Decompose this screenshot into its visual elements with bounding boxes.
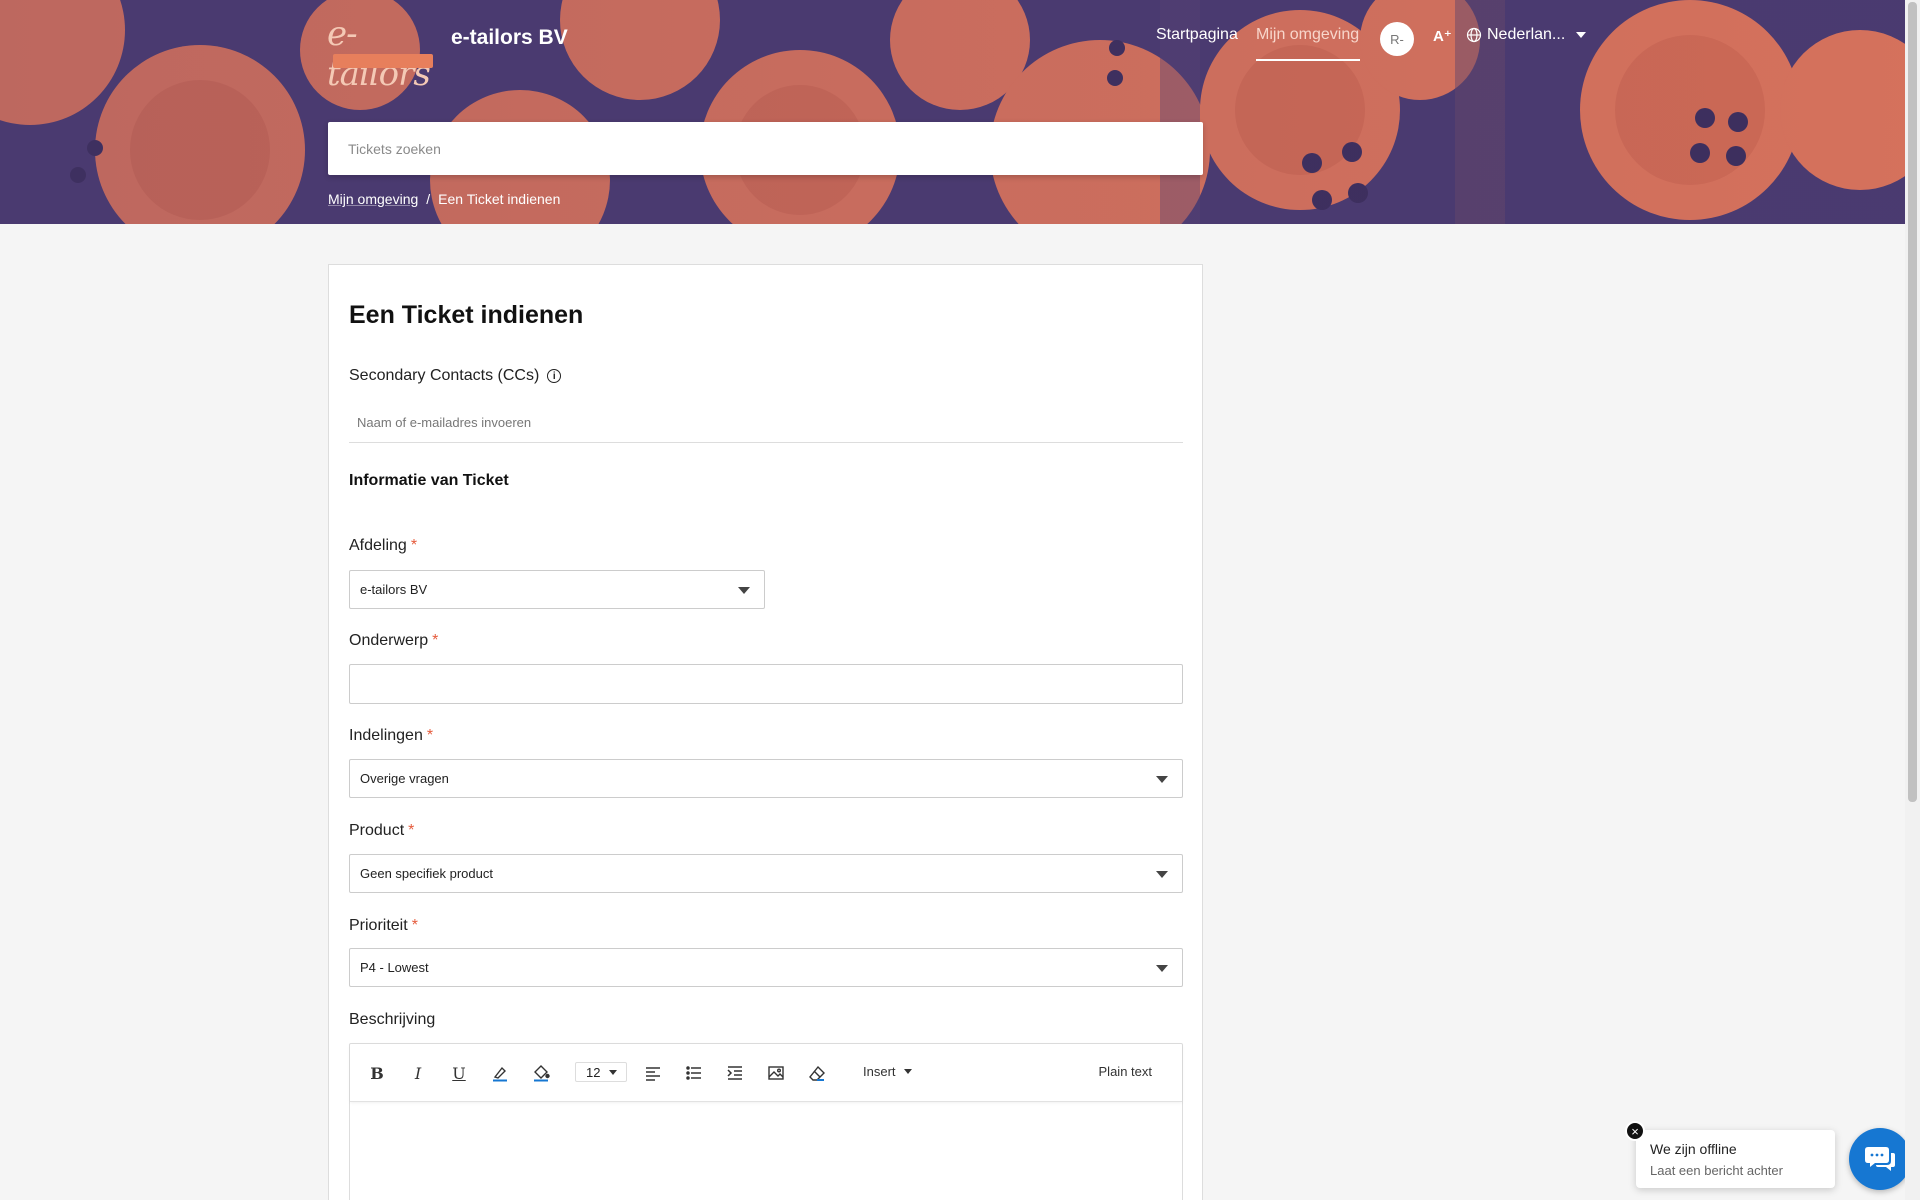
breadcrumb-my-environment[interactable]: Mijn omgeving [328,191,418,207]
subject-label: Onderwerp * [349,632,439,649]
priority-select[interactable]: P4 - Lowest [349,948,1183,987]
image-icon[interactable] [765,1062,787,1084]
dropdown-arrow-icon [1156,871,1168,878]
breadcrumb-current: Een Ticket indienen [438,191,561,207]
language-selector[interactable]: Nederlan... [1466,26,1587,44]
eraser-icon[interactable] [806,1062,828,1084]
product-label: Product * [349,822,415,839]
chat-offline-bubble[interactable]: We zijn offline Laat een bericht achter [1636,1130,1835,1188]
cc-input[interactable] [349,403,1183,443]
chat-icon [1865,1147,1895,1171]
breadcrumb: Mijn omgeving / Een Ticket indienen [328,191,560,207]
italic-icon[interactable]: I [407,1062,429,1084]
plain-text-toggle[interactable]: Plain text [1099,1064,1152,1079]
chat-title: We zijn offline [1650,1141,1737,1157]
logo-ribbon [333,54,433,68]
page-scrollbar[interactable] [1905,0,1920,1200]
description-label: Beschrijving [349,1011,436,1028]
dropdown-arrow-icon [1156,965,1168,972]
user-avatar[interactable]: R- [1380,22,1414,56]
classification-label: Indelingen * [349,727,434,744]
chat-subtitle: Laat een bericht achter [1650,1163,1783,1178]
ticket-form-card: Een Ticket indienen Secondary Contacts (… [328,264,1203,1200]
brand-name[interactable]: e-tailors BV [451,26,568,50]
chevron-down-icon [1576,32,1587,38]
editor-toolbar: B I U 12 Insert Plain text [350,1044,1182,1102]
language-label: Nederlan... [1487,26,1566,43]
active-nav-indicator [1256,59,1360,61]
logo[interactable]: e-tailors [327,14,437,94]
classification-select[interactable]: Overige vragen [349,759,1183,798]
text-color-icon[interactable] [489,1062,511,1084]
align-left-icon[interactable] [642,1062,664,1084]
department-label: Afdeling * [349,537,418,554]
font-size-icon[interactable]: A⁺ [1433,27,1452,45]
indent-icon[interactable] [724,1062,746,1084]
header-banner [0,0,1905,224]
nav-home-link[interactable]: Startpagina [1156,26,1238,44]
dropdown-arrow-icon [738,587,750,594]
info-icon[interactable]: i [547,369,562,383]
globe-icon [1466,27,1482,43]
description-editor[interactable]: B I U 12 Insert Plain text [349,1043,1183,1200]
breadcrumb-separator: / [426,191,431,207]
nav-my-environment-link[interactable]: Mijn omgeving [1256,26,1359,44]
scrollbar-thumb[interactable] [1908,2,1917,802]
product-select[interactable]: Geen specifiek product [349,854,1183,893]
bullet-list-icon[interactable] [683,1062,705,1084]
close-icon[interactable]: × [1625,1121,1645,1141]
priority-label: Prioriteit * [349,917,418,934]
cc-label: Secondary Contacts (CCs) i [349,367,562,385]
background-color-icon[interactable] [530,1062,552,1084]
dropdown-arrow-icon [1156,776,1168,783]
underline-icon[interactable]: U [448,1062,470,1084]
chevron-down-icon [903,1069,912,1074]
chat-launcher-button[interactable] [1849,1128,1911,1190]
page-title: Een Ticket indienen [349,301,584,329]
subject-input[interactable] [349,664,1183,704]
section-title: Informatie van Ticket [349,472,509,489]
bold-icon[interactable]: B [366,1062,388,1084]
font-size-select[interactable]: 12 [575,1062,627,1082]
insert-menu[interactable]: Insert [863,1064,912,1079]
chevron-down-icon [609,1070,617,1075]
department-select[interactable]: e-tailors BV [349,570,765,609]
ticket-search-input[interactable] [328,122,1203,175]
